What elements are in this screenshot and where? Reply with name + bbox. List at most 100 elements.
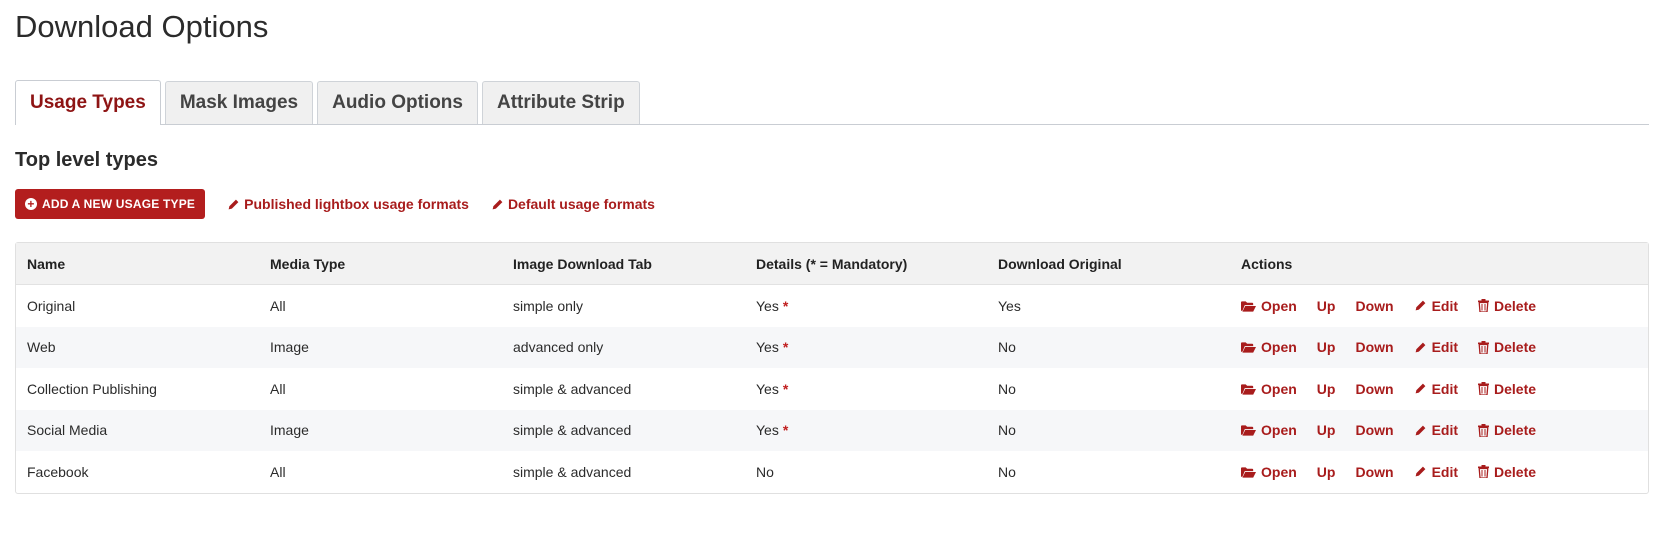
cell-media-type: All	[259, 451, 502, 493]
open-button[interactable]: Open	[1241, 464, 1297, 480]
delete-label: Delete	[1494, 380, 1537, 397]
open-button[interactable]: Open	[1241, 298, 1297, 314]
delete-label: Delete	[1494, 463, 1537, 480]
pencil-icon	[1415, 383, 1425, 394]
open-button[interactable]: Open	[1241, 422, 1297, 438]
cell-actions: Open Up Down Edit Delete	[1230, 326, 1648, 368]
folder-open-icon	[1241, 342, 1256, 353]
column-header-name[interactable]: Name	[16, 243, 259, 285]
download-original-value: No	[998, 422, 1016, 439]
section-title: Top level types	[15, 149, 159, 171]
cell-name: Collection Publishing	[16, 368, 259, 410]
open-label: Open	[1261, 339, 1297, 356]
up-label: Up	[1316, 422, 1336, 439]
cell-actions: Open Up Down Edit Delete	[1230, 451, 1648, 493]
edit-button[interactable]: Edit	[1414, 422, 1458, 438]
edit-label: Edit	[1431, 339, 1459, 356]
open-label: Open	[1261, 463, 1297, 480]
delete-button[interactable]: Delete	[1478, 464, 1536, 480]
details-value: No	[756, 463, 774, 480]
published-lightbox-formats-link[interactable]: Published lightbox usage formats	[227, 196, 469, 212]
tab-bar: Usage Types Mask Images Audio Options At…	[15, 80, 1649, 125]
tab-usage-types[interactable]: Usage Types	[15, 80, 161, 125]
download-original-value: No	[998, 463, 1016, 480]
down-button[interactable]: Down	[1355, 464, 1393, 480]
down-button[interactable]: Down	[1355, 339, 1393, 355]
page: Download Options Usage Types Mask Images…	[0, 0, 1649, 494]
usage-types-table: Name Media Type Image Download Tab Detai…	[15, 242, 1649, 494]
pencil-icon	[228, 199, 239, 209]
trash-icon	[1478, 382, 1490, 396]
delete-button[interactable]: Delete	[1478, 339, 1536, 355]
delete-button[interactable]: Delete	[1478, 298, 1536, 314]
down-button[interactable]: Down	[1355, 381, 1393, 397]
column-header-image-download-tab[interactable]: Image Download Tab	[502, 243, 745, 285]
cell-details: Yes *	[745, 368, 987, 410]
pencil-icon	[492, 199, 503, 209]
edit-button[interactable]: Edit	[1414, 298, 1458, 314]
usage-type-name: Social Media	[27, 422, 108, 439]
edit-button[interactable]: Edit	[1414, 339, 1458, 355]
usage-type-name: Facebook	[27, 463, 89, 480]
default-usage-formats-link[interactable]: Default usage formats	[491, 196, 655, 212]
cell-actions: Open Up Down Edit Delete	[1230, 285, 1648, 327]
cell-download-tab: simple only	[502, 285, 745, 327]
edit-button[interactable]: Edit	[1414, 464, 1458, 480]
down-button[interactable]: Down	[1355, 422, 1393, 438]
usage-type-name: Original	[27, 297, 76, 314]
row-actions: Open Up Down Edit Delete	[1241, 464, 1637, 480]
tab-mask-images[interactable]: Mask Images	[164, 81, 314, 124]
media-type-value: Image	[270, 422, 309, 439]
up-button[interactable]: Up	[1317, 339, 1336, 355]
cell-media-type: Image	[259, 409, 502, 451]
cell-media-type: All	[259, 285, 502, 327]
cell-download-original: No	[987, 368, 1230, 410]
cell-details: Yes *	[745, 326, 987, 368]
trash-icon	[1478, 299, 1490, 313]
pencil-icon	[1415, 342, 1425, 353]
cell-download-original: Yes	[987, 285, 1230, 327]
up-button[interactable]: Up	[1317, 298, 1336, 314]
table-row: Facebook All simple & advanced No No Ope…	[16, 451, 1648, 493]
open-button[interactable]: Open	[1241, 339, 1297, 355]
delete-button[interactable]: Delete	[1478, 422, 1536, 438]
usage-type-name: Web	[27, 339, 56, 356]
download-tab-value: advanced only	[513, 339, 604, 356]
tab-audio-options[interactable]: Audio Options	[317, 81, 478, 124]
plus-circle-icon: +	[25, 198, 37, 210]
row-actions: Open Up Down Edit Delete	[1241, 422, 1637, 438]
table-row: Collection Publishing All simple & advan…	[16, 368, 1648, 410]
cell-media-type: All	[259, 368, 502, 410]
column-header-media-type[interactable]: Media Type	[259, 243, 502, 285]
edit-button[interactable]: Edit	[1414, 381, 1458, 397]
media-type-value: All	[270, 297, 286, 314]
up-button[interactable]: Up	[1317, 422, 1336, 438]
cell-media-type: Image	[259, 326, 502, 368]
column-header-details[interactable]: Details (* = Mandatory)	[745, 243, 987, 285]
default-usage-formats-label: Default usage formats	[507, 196, 655, 212]
page-title: Download Options	[15, 9, 269, 44]
delete-button[interactable]: Delete	[1478, 381, 1536, 397]
cell-details: No	[745, 451, 987, 493]
tab-attribute-strip[interactable]: Attribute Strip	[481, 81, 640, 124]
down-label: Down	[1355, 339, 1394, 356]
download-original-value: No	[998, 380, 1016, 397]
column-header-download-original[interactable]: Download Original	[987, 243, 1230, 285]
open-button[interactable]: Open	[1241, 381, 1297, 397]
cell-download-original: No	[987, 451, 1230, 493]
up-label: Up	[1316, 463, 1336, 480]
down-button[interactable]: Down	[1355, 298, 1393, 314]
cell-actions: Open Up Down Edit Delete	[1230, 409, 1648, 451]
mandatory-marker: *	[782, 422, 789, 439]
edit-label: Edit	[1431, 297, 1459, 314]
cell-download-tab: simple & advanced	[502, 451, 745, 493]
cell-name: Facebook	[16, 451, 259, 493]
up-button[interactable]: Up	[1317, 464, 1336, 480]
add-usage-type-button[interactable]: + ADD A NEW USAGE TYPE	[15, 189, 206, 219]
download-tab-value: simple & advanced	[513, 422, 632, 439]
up-label: Up	[1316, 380, 1336, 397]
media-type-value: All	[270, 380, 286, 397]
up-button[interactable]: Up	[1317, 381, 1336, 397]
down-label: Down	[1355, 297, 1394, 314]
table-row: Web Image advanced only Yes * No Open Up …	[16, 326, 1648, 368]
